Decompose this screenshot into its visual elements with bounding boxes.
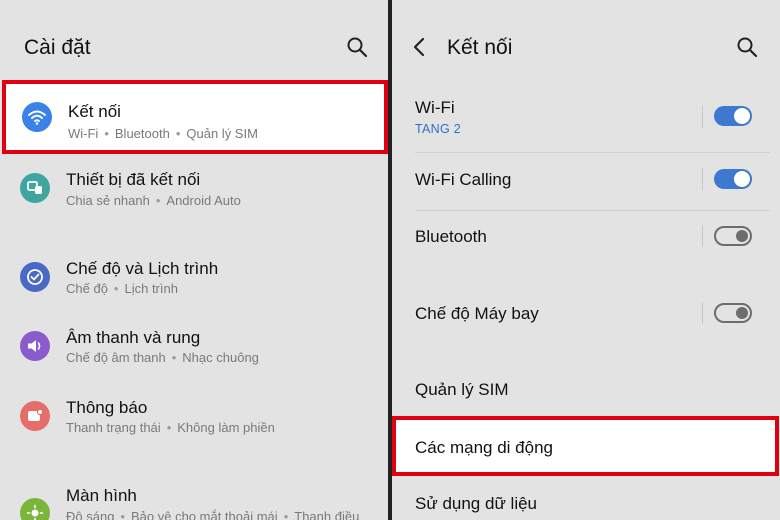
item-title: Chế độ Máy bay (415, 304, 539, 323)
list-item-airplane-mode[interactable]: Chế độ Máy bay (392, 294, 780, 334)
divider (702, 168, 703, 190)
speaker-icon (20, 331, 50, 361)
divider (702, 302, 703, 324)
list-item-wifi[interactable]: Wi-Fi TANG 2 (392, 90, 780, 150)
toggle-knob (736, 307, 748, 319)
list-item-connected-devices[interactable]: Thiết bị đã kết nối Chia sẻ nhanh • Androi… (0, 160, 388, 224)
wifi-network-name: TANG 2 (415, 122, 462, 136)
list-item-display[interactable]: Màn hình Độ sáng • Bảo vệ cho mắt thoải má… (0, 478, 388, 520)
list-item-notifications[interactable]: Thông báo Thanh trạng thái • Không làm phi… (0, 390, 388, 454)
connections-panel: Kết nối Wi-Fi TANG 2 Wi-Fi Calling Bluet… (392, 0, 780, 520)
airplane-mode-toggle[interactable] (714, 303, 752, 323)
page-title: Cài đặt (24, 36, 91, 59)
item-title: Wi-Fi Calling (415, 170, 512, 189)
list-item-sound[interactable]: Âm thanh và rung Chế độ âm thanh • Nhạc ch… (0, 320, 388, 384)
notification-icon (20, 401, 50, 431)
divider (702, 106, 703, 128)
list-item-wifi-calling[interactable]: Wi-Fi Calling (392, 160, 780, 200)
modes-check-icon (20, 262, 50, 292)
list-item-modes[interactable]: Chế độ và Lịch trình Chế độ • Lịch trình (0, 250, 388, 314)
item-subtitle: Độ sáng • Bảo vệ cho mắt thoải mái • Thanh đ… (66, 509, 360, 520)
list-item-connections[interactable]: Kết nối Wi-Fi • Bluetooth • Quản lý SIM (2, 80, 388, 154)
item-subtitle: Chế độ âm thanh • Nhạc chuông (66, 350, 259, 365)
item-title: Các mạng di động (415, 438, 553, 457)
item-subtitle: Thanh trạng thái • Không làm phiền (66, 420, 275, 435)
item-title: Wi-Fi (415, 98, 455, 117)
item-title: Bluetooth (415, 227, 487, 246)
settings-header: Cài đặt (0, 24, 388, 74)
back-arrow-icon[interactable] (412, 36, 436, 62)
divider (415, 152, 770, 153)
connected-devices-icon (20, 173, 50, 203)
list-item-sim-manager[interactable]: Quản lý SIM (392, 372, 780, 412)
connections-header: Kết nối (392, 24, 780, 74)
item-title: Màn hình (66, 486, 137, 505)
item-subtitle: Chế độ • Lịch trình (66, 281, 178, 296)
wifi-icon (22, 102, 52, 132)
item-title: Chế độ và Lịch trình (66, 259, 219, 278)
item-title: Sử dụng dữ liệu (415, 494, 538, 513)
item-title: Thiết bị đã kết nối (66, 170, 201, 189)
wifi-calling-toggle[interactable] (714, 169, 752, 189)
item-title: Âm thanh và rung (66, 328, 201, 347)
item-title: Quản lý SIM (415, 380, 509, 399)
divider (702, 225, 703, 247)
page-title: Kết nối (447, 36, 513, 59)
item-title: Thông báo (66, 398, 148, 417)
item-title: Kết nối (68, 102, 121, 121)
wifi-toggle[interactable] (714, 106, 752, 126)
toggle-knob (734, 108, 750, 124)
bluetooth-toggle[interactable] (714, 226, 752, 246)
toggle-knob (734, 171, 750, 187)
sun-icon (20, 498, 50, 520)
divider (415, 210, 770, 211)
list-item-bluetooth[interactable]: Bluetooth (392, 218, 780, 258)
item-subtitle: Wi-Fi • Bluetooth • Quản lý SIM (68, 126, 258, 141)
search-icon[interactable] (346, 36, 372, 62)
settings-panel: Cài đặt Kết nối Wi-Fi • Bluetooth • Quản lý … (0, 0, 388, 520)
list-item-mobile-networks[interactable]: Các mạng di động (392, 416, 779, 476)
search-icon[interactable] (736, 36, 762, 62)
item-subtitle: Chia sẻ nhanh • Android Auto (66, 193, 241, 208)
list-item-data-usage[interactable]: Sử dụng dữ liệu (392, 486, 780, 520)
toggle-knob (736, 230, 748, 242)
